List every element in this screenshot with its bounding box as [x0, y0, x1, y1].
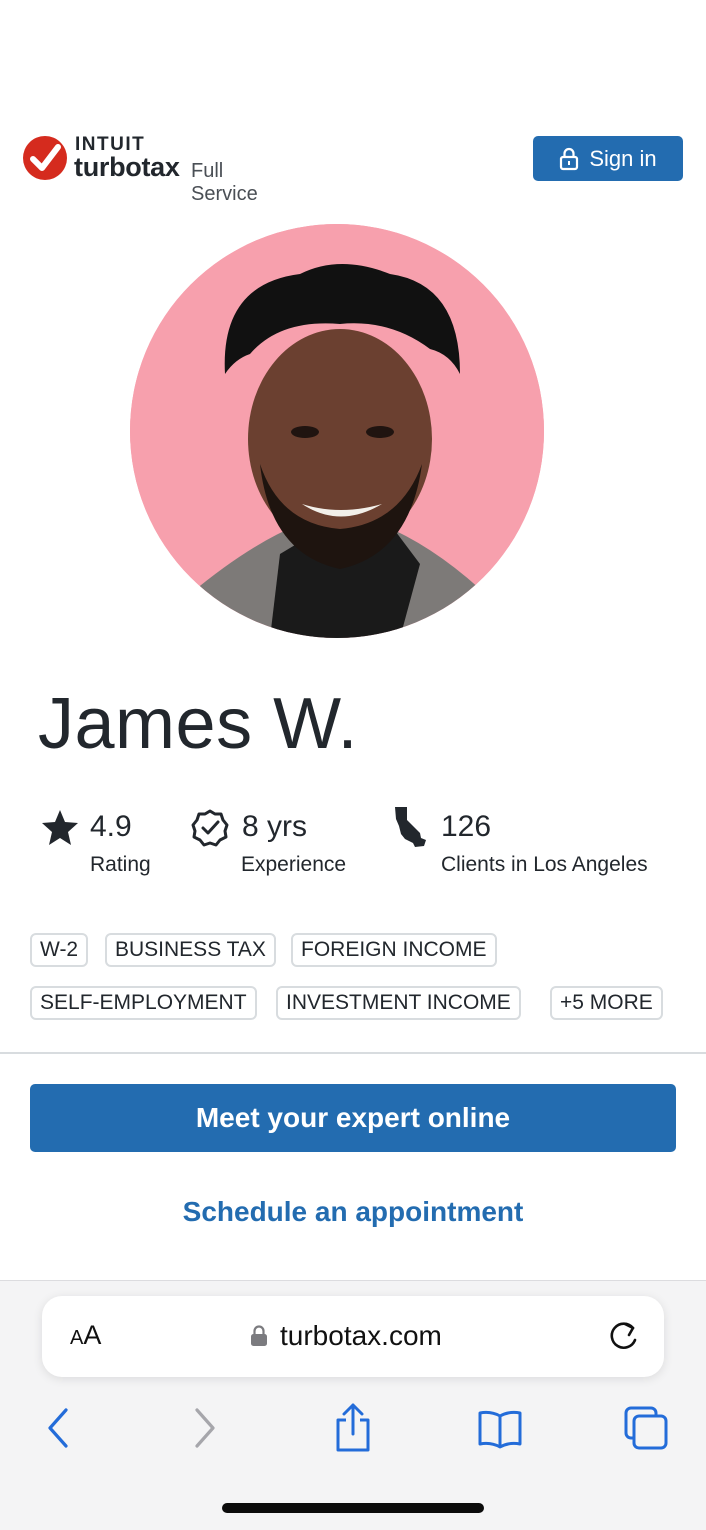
sign-in-label: Sign in [589, 145, 657, 171]
expert-photo [130, 224, 544, 638]
forward-icon[interactable] [181, 1402, 229, 1454]
tag-w2: W-2 [30, 933, 89, 967]
expert-name: James W. [38, 684, 359, 764]
clients-value: 126 [441, 810, 492, 843]
clients-label: Clients in Los Angeles [441, 853, 648, 876]
text-size-button[interactable]: AA [70, 1320, 101, 1351]
tag-investment-income: INVESTMENT INCOME [276, 986, 521, 1020]
star-icon [42, 810, 78, 845]
rating-label: Rating [90, 853, 151, 876]
bookmarks-icon[interactable] [476, 1402, 524, 1454]
schedule-appointment-link[interactable]: Schedule an appointment [0, 1196, 706, 1228]
tag-business-tax: BUSINESS TAX [105, 933, 276, 967]
meet-expert-online-button[interactable]: Meet your expert online [30, 1084, 676, 1152]
reload-icon[interactable] [605, 1318, 641, 1356]
sign-in-button[interactable]: Sign in [533, 136, 683, 181]
california-map-icon [395, 807, 426, 847]
home-indicator[interactable] [222, 1503, 484, 1513]
section-divider [0, 1052, 706, 1054]
tag-more-button[interactable]: +5 MORE [550, 986, 663, 1020]
share-icon[interactable] [329, 1402, 377, 1454]
tag-self-employment: SELF-EMPLOYMENT [30, 986, 257, 1020]
url-text: turbotax.com [280, 1320, 442, 1351]
expert-avatar [130, 224, 544, 638]
turbotax-check-icon [23, 136, 67, 180]
service-tier-label: Full Service [191, 160, 258, 205]
back-icon[interactable] [36, 1402, 84, 1454]
lock-icon [560, 147, 579, 170]
verified-badge-icon [191, 809, 229, 847]
turbotax-wordmark: turbotax [74, 152, 180, 182]
rating-value: 4.9 [90, 810, 132, 843]
tag-foreign-income: FOREIGN INCOME [291, 933, 497, 967]
lock-icon [251, 1325, 267, 1346]
experience-value: 8 yrs [242, 810, 308, 843]
experience-label: Experience [241, 853, 347, 876]
tabs-icon[interactable] [622, 1402, 670, 1454]
url-display[interactable]: turbotax.com [250, 1320, 442, 1352]
